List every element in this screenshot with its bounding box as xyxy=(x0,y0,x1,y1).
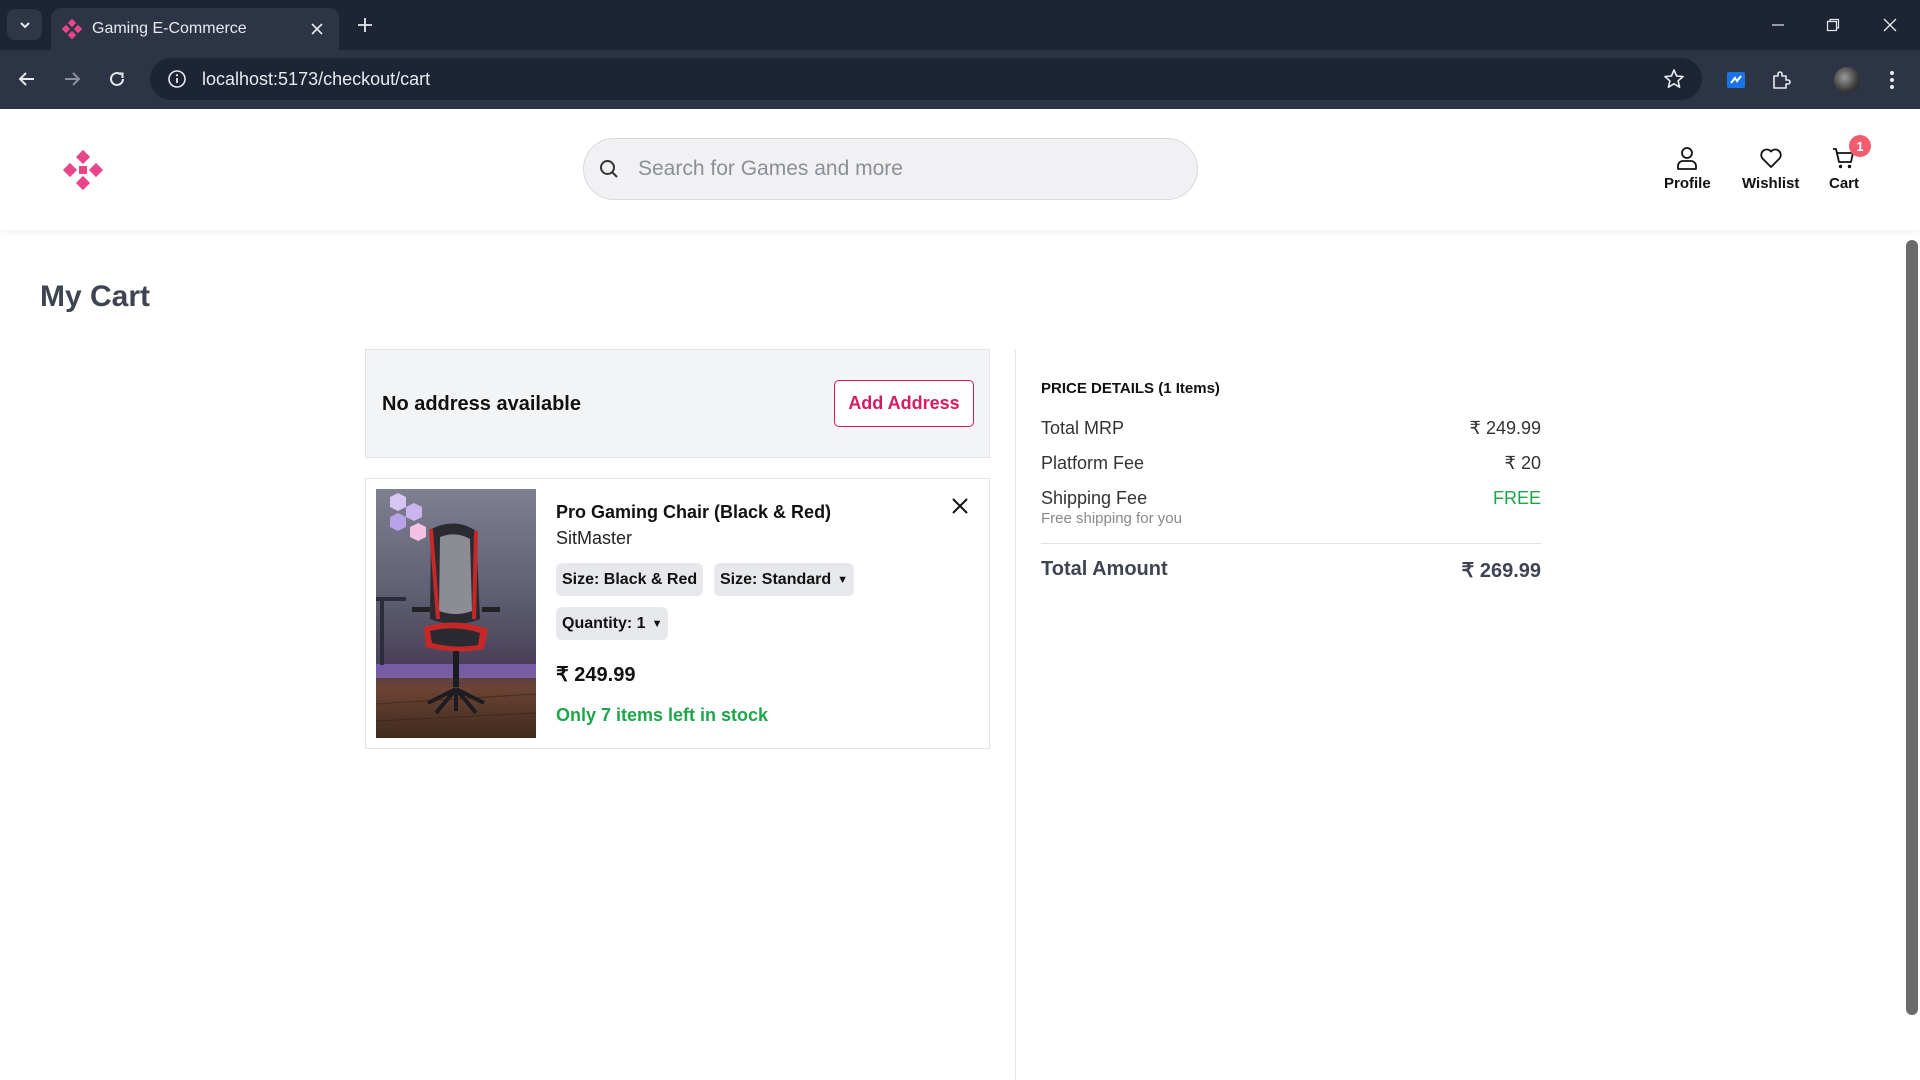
browser-tab[interactable]: Gaming E-Commerce xyxy=(51,8,339,50)
product-name[interactable]: Pro Gaming Chair (Black & Red) xyxy=(556,502,831,523)
avatar xyxy=(1834,67,1860,93)
search-icon xyxy=(596,156,622,182)
remove-item-button[interactable] xyxy=(946,492,974,520)
close-icon xyxy=(1883,18,1897,32)
product-brand: SitMaster xyxy=(556,528,633,548)
stock-status: Only 7 items left in stock xyxy=(556,705,769,725)
price-details-panel: PRICE DETAILS (1 Items) Total MRP ₹ 249.… xyxy=(1041,380,1541,583)
address-bar[interactable]: localhost:5173/checkout/cart xyxy=(150,58,1702,100)
color-chip: Size: Black & Red xyxy=(556,563,704,596)
minimize-icon xyxy=(1772,24,1784,26)
cart-button[interactable]: 1 Cart xyxy=(1829,135,1871,192)
reload-button[interactable] xyxy=(100,62,134,96)
price-row-label: Shipping Fee xyxy=(1041,488,1148,508)
column-divider xyxy=(1015,349,1016,1080)
address-section: No address available Add Address xyxy=(365,349,990,458)
extension-app-icon[interactable] xyxy=(1718,62,1754,98)
price-divider xyxy=(1041,543,1541,544)
search-input[interactable] xyxy=(638,157,1158,181)
add-address-button[interactable]: Add Address xyxy=(834,380,974,427)
quantity-selector[interactable]: Quantity: 1 ▼ xyxy=(556,607,669,640)
reload-icon xyxy=(110,71,124,86)
price-row-platform-fee: Platform Fee ₹ 20 xyxy=(1041,446,1541,481)
gamepad-favicon-icon xyxy=(61,18,83,40)
user-icon xyxy=(1677,147,1698,170)
browser-toolbar: localhost:5173/checkout/cart xyxy=(0,50,1920,109)
caret-down-icon: ▼ xyxy=(837,573,849,586)
arrow-left-icon xyxy=(18,72,34,86)
size-selector[interactable]: Size: Standard ▼ xyxy=(714,563,855,596)
extensions-puzzle-icon[interactable] xyxy=(1763,62,1799,98)
site-logo-icon[interactable] xyxy=(62,149,104,191)
price-row-label: Platform Fee xyxy=(1041,453,1145,473)
search-bar[interactable] xyxy=(583,138,1198,200)
price-row-total-mrp: Total MRP ₹ 249.99 xyxy=(1041,411,1541,446)
no-address-message: No address available xyxy=(382,393,581,415)
new-tab-button[interactable] xyxy=(352,12,378,38)
profile-avatar-button[interactable] xyxy=(1829,62,1865,98)
price-row-label: Total MRP xyxy=(1041,418,1125,438)
total-amount-label: Total Amount xyxy=(1041,558,1168,580)
browser-menu-button[interactable] xyxy=(1874,62,1910,98)
page-title: My Cart xyxy=(40,280,151,313)
cart-count-badge: 1 xyxy=(1849,135,1871,157)
browser-tab-bar: Gaming E-Commerce xyxy=(0,0,1920,50)
plus-icon xyxy=(358,18,372,32)
close-icon xyxy=(952,498,968,514)
total-amount-row: Total Amount ₹ 269.99 xyxy=(1041,558,1541,583)
close-tab-icon[interactable] xyxy=(307,19,327,39)
back-button[interactable] xyxy=(10,62,44,96)
profile-button[interactable]: Profile xyxy=(1664,145,1711,192)
size-selector-label: Size: Standard xyxy=(720,570,832,588)
restore-button[interactable] xyxy=(1815,10,1851,40)
shipping-note: Free shipping for you xyxy=(1041,510,1182,527)
url-text[interactable]: localhost:5173/checkout/cart xyxy=(202,69,1654,90)
close-window-button[interactable] xyxy=(1872,10,1908,40)
wishlist-label: Wishlist xyxy=(1742,175,1800,192)
chevron-down-icon xyxy=(19,21,30,28)
price-row-value: FREE xyxy=(1492,488,1541,508)
product-image[interactable] xyxy=(376,489,536,738)
restore-icon xyxy=(1826,18,1840,32)
minimize-button[interactable] xyxy=(1760,10,1796,40)
wishlist-button[interactable]: Wishlist xyxy=(1742,145,1799,192)
total-amount-value: ₹ 269.99 xyxy=(1461,560,1541,582)
price-row-value: ₹ 249.99 xyxy=(1469,418,1541,438)
product-price: ₹ 249.99 xyxy=(556,664,636,686)
tab-list-button[interactable] xyxy=(7,9,42,40)
page-scrollbar[interactable] xyxy=(1906,240,1918,1015)
more-vertical-icon xyxy=(1890,71,1894,89)
color-chip-label: Size: Black & Red xyxy=(562,570,698,588)
bookmark-star-icon[interactable] xyxy=(1654,59,1694,99)
heart-icon xyxy=(1760,148,1782,168)
price-row-value: ₹ 20 xyxy=(1504,453,1541,473)
quantity-selector-label: Quantity: 1 xyxy=(562,614,646,632)
arrow-right-icon xyxy=(65,72,81,86)
site-info-icon[interactable] xyxy=(156,58,198,100)
profile-label: Profile xyxy=(1664,175,1711,192)
caret-down-icon: ▼ xyxy=(651,617,663,630)
site-header: Profile Wishlist 1 Cart xyxy=(0,109,1920,230)
cart-item-card: Pro Gaming Chair (Black & Red) SitMaster… xyxy=(365,478,990,749)
cart-label: Cart xyxy=(1829,175,1860,192)
tab-title: Gaming E-Commerce xyxy=(92,20,247,37)
forward-button[interactable] xyxy=(55,62,89,96)
price-details-heading: PRICE DETAILS (1 Items) xyxy=(1041,380,1220,397)
